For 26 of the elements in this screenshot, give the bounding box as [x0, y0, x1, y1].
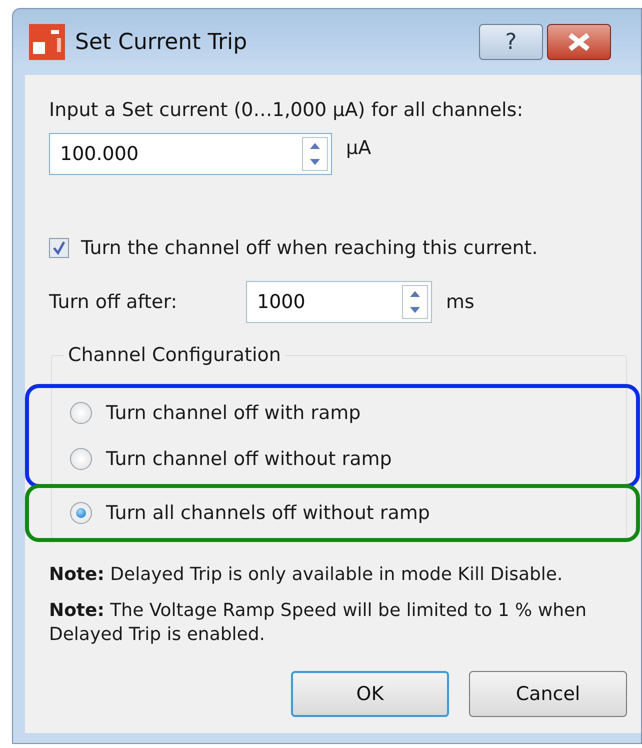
- cancel-button[interactable]: Cancel: [469, 671, 627, 717]
- window-title: Set Current Trip: [75, 30, 248, 54]
- field-label: Input a Set current (0…1,000 µA) for all channels:: [49, 99, 524, 121]
- close-button[interactable]: [547, 24, 611, 60]
- ok-button[interactable]: OK: [291, 671, 449, 717]
- group-title: Channel Configuration: [64, 344, 285, 366]
- radio-button[interactable]: [70, 502, 92, 524]
- radio-button[interactable]: [70, 402, 92, 424]
- unit-label: µA: [346, 137, 372, 159]
- help-button[interactable]: ?: [479, 24, 543, 60]
- radio-label: Turn channel off with ramp: [106, 402, 361, 424]
- radio-label: Turn channel off without ramp: [106, 448, 392, 470]
- spin-arrows-icon[interactable]: [302, 137, 328, 171]
- close-icon: [567, 33, 591, 51]
- unit-label: ms: [446, 291, 474, 313]
- field-label: Turn off after:: [49, 291, 178, 313]
- note-text: Note: Delayed Trip is only available in mode Kill Disable.: [49, 563, 564, 587]
- radio-label: Turn all channels off without ramp: [106, 502, 430, 524]
- checkbox[interactable]: [49, 238, 69, 258]
- radio-button[interactable]: [70, 448, 92, 470]
- spin-arrows-icon[interactable]: [402, 285, 428, 319]
- app-icon: [29, 24, 65, 60]
- delay-field[interactable]: 1000: [246, 281, 432, 323]
- checkbox-label: Turn the channel off when reaching this current.: [81, 237, 538, 259]
- note-text: Note: The Voltage Ramp Speed will be limited to 1 % when Delayed Trip is enabled.: [49, 599, 588, 647]
- current-field[interactable]: 100.000: [49, 133, 332, 175]
